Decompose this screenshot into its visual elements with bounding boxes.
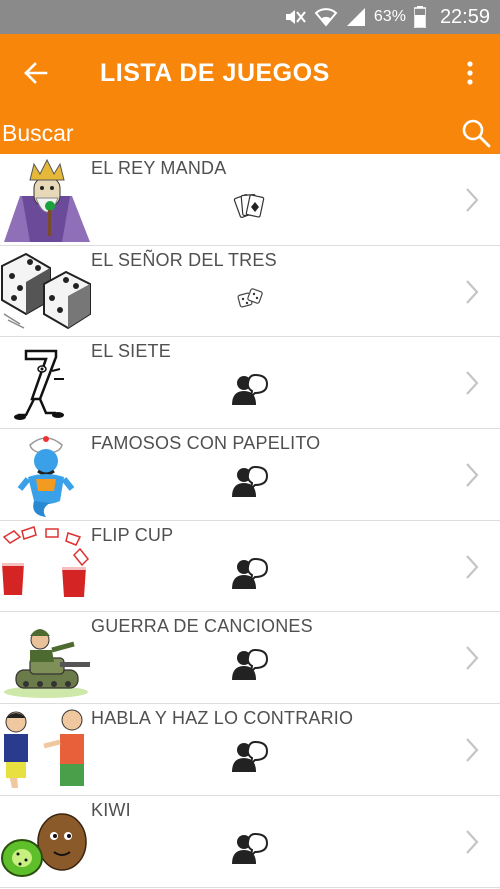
clock: 22:59 <box>439 5 490 28</box>
battery-icon <box>413 6 426 28</box>
game-name: GUERRA DE CANCIONES <box>91 616 313 637</box>
battery-percent: 63% <box>373 8 406 25</box>
list-item[interactable]: EL SEÑOR DEL TRES <box>0 245 500 338</box>
list-item[interactable]: HABLA Y HAZ LO CONTRARIO <box>0 704 500 796</box>
soldier-tank-icon <box>4 629 90 699</box>
search-icon <box>462 119 491 148</box>
game-name: KIWI <box>91 799 131 820</box>
cards-icon <box>233 193 265 218</box>
search-input[interactable] <box>0 112 452 154</box>
back-button[interactable] <box>0 34 70 112</box>
cups-icon <box>2 525 90 597</box>
arrow-left-icon <box>24 62 48 84</box>
chevron-right-icon <box>466 738 479 762</box>
status-bar: 63% 22:59 <box>0 0 500 34</box>
chevron-right-icon <box>466 371 479 396</box>
person-speech-icon <box>232 741 269 773</box>
dice-small-icon <box>237 287 263 308</box>
chevron-right-icon <box>466 463 479 487</box>
page-title: LISTA DE JUEGOS <box>100 58 330 87</box>
game-name: EL REY MANDA <box>91 158 227 178</box>
list-item[interactable]: GUERRA DE CANCIONES <box>0 612 500 705</box>
list-item[interactable]: KIWI <box>0 795 500 888</box>
game-name: FLIP CUP <box>91 524 174 545</box>
more-vertical-icon <box>467 61 473 85</box>
mute-icon <box>284 7 306 27</box>
game-name: EL SEÑOR DEL TRES <box>91 249 277 270</box>
person-speech-icon <box>232 466 269 498</box>
app-bar: LISTA DE JUEGOS <box>0 34 500 112</box>
signal-icon <box>346 7 366 27</box>
game-name: FAMOSOS CON PAPELITO <box>91 433 321 454</box>
list-item[interactable]: EL REY MANDA <box>0 154 500 246</box>
two-men-icon <box>4 709 84 789</box>
game-list: EL REY MANDA EL SEÑOR DEL TRES EL SIETE … <box>0 154 500 888</box>
list-item[interactable]: EL SIETE <box>0 337 500 430</box>
list-item[interactable]: FLIP CUP <box>0 520 500 613</box>
list-item[interactable]: FAMOSOS CON PAPELITO <box>0 429 500 521</box>
search-button[interactable] <box>452 112 500 154</box>
chevron-right-icon <box>466 188 479 212</box>
king-icon <box>4 158 90 242</box>
chevron-right-icon <box>466 646 479 671</box>
game-name: HABLA Y HAZ LO CONTRARIO <box>91 708 354 729</box>
kiwi-icon <box>1 813 87 877</box>
wifi-icon <box>314 7 338 27</box>
seven-icon <box>14 350 64 421</box>
chevron-right-icon <box>466 555 479 579</box>
person-speech-icon <box>232 557 269 589</box>
chevron-right-icon <box>466 830 479 854</box>
person-speech-icon <box>232 374 269 406</box>
chevron-right-icon <box>466 279 479 304</box>
genie-icon <box>17 436 75 518</box>
person-speech-icon <box>232 649 269 681</box>
overflow-menu-button[interactable] <box>440 34 500 112</box>
person-speech-icon <box>232 832 269 864</box>
dice-icon <box>1 252 91 329</box>
game-name: EL SIETE <box>91 341 171 362</box>
search-bar <box>0 112 500 154</box>
